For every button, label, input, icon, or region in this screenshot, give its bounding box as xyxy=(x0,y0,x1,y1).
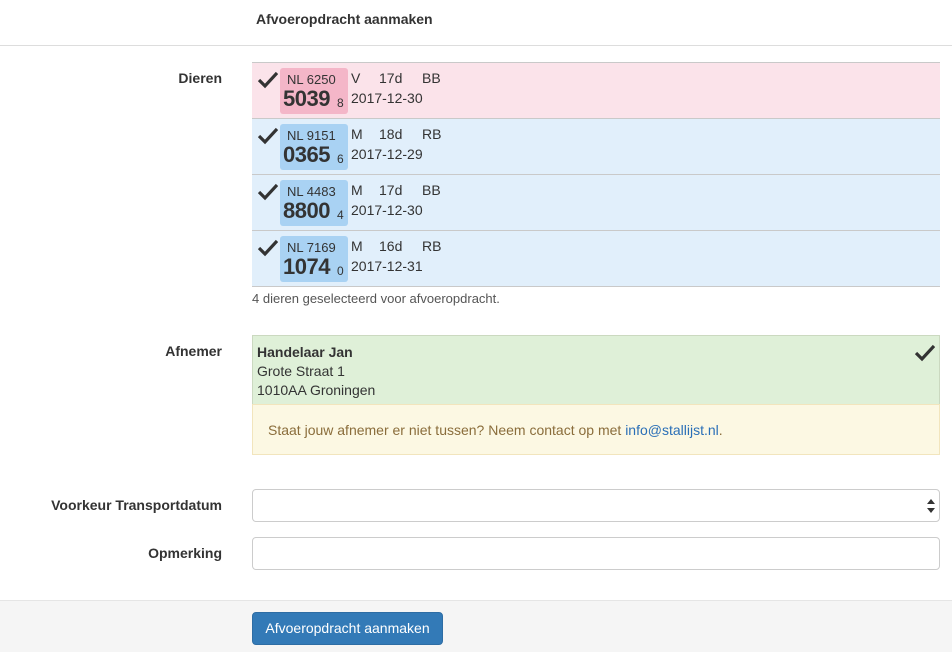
animal-sex: M xyxy=(351,182,363,198)
ear-tag: NL 4483 8800 4 xyxy=(280,180,348,226)
page-header: Afvoeropdracht aanmaken xyxy=(0,0,952,46)
animal-breed: BB xyxy=(422,182,441,198)
animal-date: 2017-12-31 xyxy=(351,258,423,274)
tag-number: 8800 xyxy=(283,198,330,223)
ear-tag: NL 9151 0365 6 xyxy=(280,124,348,170)
page-title: Afvoeropdracht aanmaken xyxy=(256,11,433,27)
animal-date: 2017-12-30 xyxy=(351,202,423,218)
animal-breed: RB xyxy=(422,126,442,142)
buyer-city: 1010AA Groningen xyxy=(257,382,376,398)
remark-label: Opmerking xyxy=(148,545,222,561)
tag-number: 1074 xyxy=(283,254,330,279)
buyer-label: Afnemer xyxy=(165,343,222,359)
select-arrows-icon xyxy=(927,499,935,513)
contact-email-link[interactable]: info@stallijst.nl xyxy=(625,422,719,438)
notice-text: Staat jouw afnemer er niet tussen? Neem … xyxy=(268,422,723,438)
animal-age: 17d xyxy=(379,182,403,198)
create-order-button[interactable]: Afvoeropdracht aanmaken xyxy=(252,612,443,645)
animal-list: NL 6250 5039 8 V 17d BB 2017-12-30 NL 91… xyxy=(252,62,940,287)
buyer-card[interactable]: Handelaar Jan Grote Straat 1 1010AA Gron… xyxy=(252,335,940,404)
tag-check-digit: 0 xyxy=(337,264,344,278)
ear-tag: NL 6250 5039 8 xyxy=(280,68,348,114)
check-icon xyxy=(258,239,278,257)
animal-age: 16d xyxy=(379,238,403,254)
page: Afvoeropdracht aanmaken Dieren NL 6250 5… xyxy=(0,0,952,652)
animal-row[interactable]: NL 9151 0365 6 M 18d RB 2017-12-29 xyxy=(252,119,940,175)
animal-breed: BB xyxy=(422,70,441,86)
animal-sex: M xyxy=(351,238,363,254)
animal-age: 17d xyxy=(379,70,403,86)
animals-label: Dieren xyxy=(178,70,222,86)
tag-country: NL 6250 xyxy=(287,72,336,87)
tag-country: NL 4483 xyxy=(287,184,336,199)
buyer-missing-notice: Staat jouw afnemer er niet tussen? Neem … xyxy=(252,404,940,455)
tag-number: 5039 xyxy=(283,86,330,111)
transport-date-select[interactable] xyxy=(252,489,940,522)
form-footer: Afvoeropdracht aanmaken xyxy=(0,600,952,652)
remark-input[interactable] xyxy=(252,537,940,570)
buyer-name: Handelaar Jan xyxy=(257,344,353,360)
animal-breed: RB xyxy=(422,238,442,254)
check-icon xyxy=(258,183,278,201)
animal-date: 2017-12-30 xyxy=(351,90,423,106)
animal-row[interactable]: NL 6250 5039 8 V 17d BB 2017-12-30 xyxy=(252,63,940,119)
tag-check-digit: 4 xyxy=(337,208,344,222)
animal-sex: M xyxy=(351,126,363,142)
tag-country: NL 9151 xyxy=(287,128,336,143)
buyer-street: Grote Straat 1 xyxy=(257,363,345,379)
animal-date: 2017-12-29 xyxy=(351,146,423,162)
check-icon xyxy=(915,344,935,362)
tag-country: NL 7169 xyxy=(287,240,336,255)
tag-check-digit: 6 xyxy=(337,152,344,166)
tag-check-digit: 8 xyxy=(337,96,344,110)
animal-row[interactable]: NL 7169 1074 0 M 16d RB 2017-12-31 xyxy=(252,231,940,287)
animal-row[interactable]: NL 4483 8800 4 M 17d BB 2017-12-30 xyxy=(252,175,940,231)
ear-tag: NL 7169 1074 0 xyxy=(280,236,348,282)
check-icon xyxy=(258,71,278,89)
tag-number: 0365 xyxy=(283,142,330,167)
transport-date-label: Voorkeur Transportdatum xyxy=(51,497,222,513)
animal-age: 18d xyxy=(379,126,403,142)
selected-count-note: 4 dieren geselecteerd voor afvoeropdrach… xyxy=(252,291,500,306)
check-icon xyxy=(258,127,278,145)
animal-sex: V xyxy=(351,70,361,86)
